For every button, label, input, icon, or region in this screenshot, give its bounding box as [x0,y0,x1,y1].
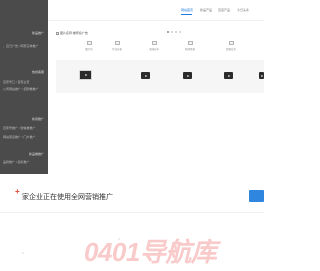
carousel-dots [167,31,181,33]
image-icon [86,41,92,45]
sidebar-link[interactable]: 品牌推广 / 招标推广 [3,160,30,164]
sidebar-link[interactable]: 网站项目推广 / 门户推广 [3,135,36,139]
sidebar-section-heading: 新品推推广 [28,152,44,156]
banner-plus: + [15,187,20,196]
sidebar-link[interactable]: 、自己广告 / 网页实体推广 [3,44,39,48]
ad-title-text: 图片名称:推荐投广告 [60,31,88,35]
ad-item-label: 全国分布 [148,48,159,51]
image-icon [151,41,157,45]
nav-divider [48,20,264,21]
ad-item[interactable]: 图片名 [82,41,96,51]
ad-item-label: 图片名 [85,48,93,51]
nav-item-home[interactable]: 网站首页 [181,8,193,12]
play-icon[interactable] [79,70,92,80]
image-icon [228,41,234,45]
nav-item-new-products[interactable]: 新品产品 [200,8,212,12]
nav-active-indicator [181,14,192,15]
nav-item-toutiao[interactable]: 今日头条 [237,8,249,12]
watermark-text: 0401导航库 [84,237,217,267]
ad-item[interactable]: 全国分布 [147,41,161,51]
sidebar-link[interactable]: 公司网站推广 / 招聘推推广 [3,87,39,91]
banner-text: 家企业正在使用全网营销推广 [22,194,113,201]
ad-item[interactable]: 营销业务 [224,41,238,51]
ad-item-label: 营销业务 [225,48,236,51]
sidebar-section-heading: 新闻推广 [31,117,44,121]
carousel-dot[interactable] [179,31,181,33]
ad-item[interactable]: 行业分析 [110,41,124,51]
play-icon[interactable] [183,72,192,79]
play-icon[interactable] [259,72,264,79]
ad-item-label: 新闻月报 [184,48,195,51]
play-icon[interactable] [141,72,150,79]
sidebar-panel: 新品推广 、自己广告 / 网页实体推广 热线客服 百家号口 / 百家主页 公司网… [0,0,48,174]
sidebar-link[interactable]: 百家号口 / 百家主页 [3,80,30,84]
nav-item-baidu[interactable]: 百度产品 [218,8,230,12]
image-icon [187,41,193,45]
banner-button[interactable] [249,190,264,202]
sidebar-section-heading: 新品推广 [31,31,44,35]
ad-heading: 图片名称:推荐投广告 [56,31,88,35]
decorative-mark [22,252,24,254]
carousel-dot[interactable] [175,31,177,33]
watermark: 0401导航库 [84,232,262,271]
ad-item-label: 行业分析 [111,48,122,51]
sidebar-section-heading: 热线客服 [31,70,44,74]
image-icon [114,41,120,45]
sidebar-link[interactable]: 百家号推广 / 微信推推广 [3,126,36,130]
carousel-dot[interactable] [171,31,173,33]
carousel-dot[interactable] [167,31,169,33]
image-icon [56,31,59,35]
play-icon[interactable] [224,72,233,79]
section-divider [0,212,264,213]
ad-item[interactable]: 新闻月报 [183,41,197,51]
